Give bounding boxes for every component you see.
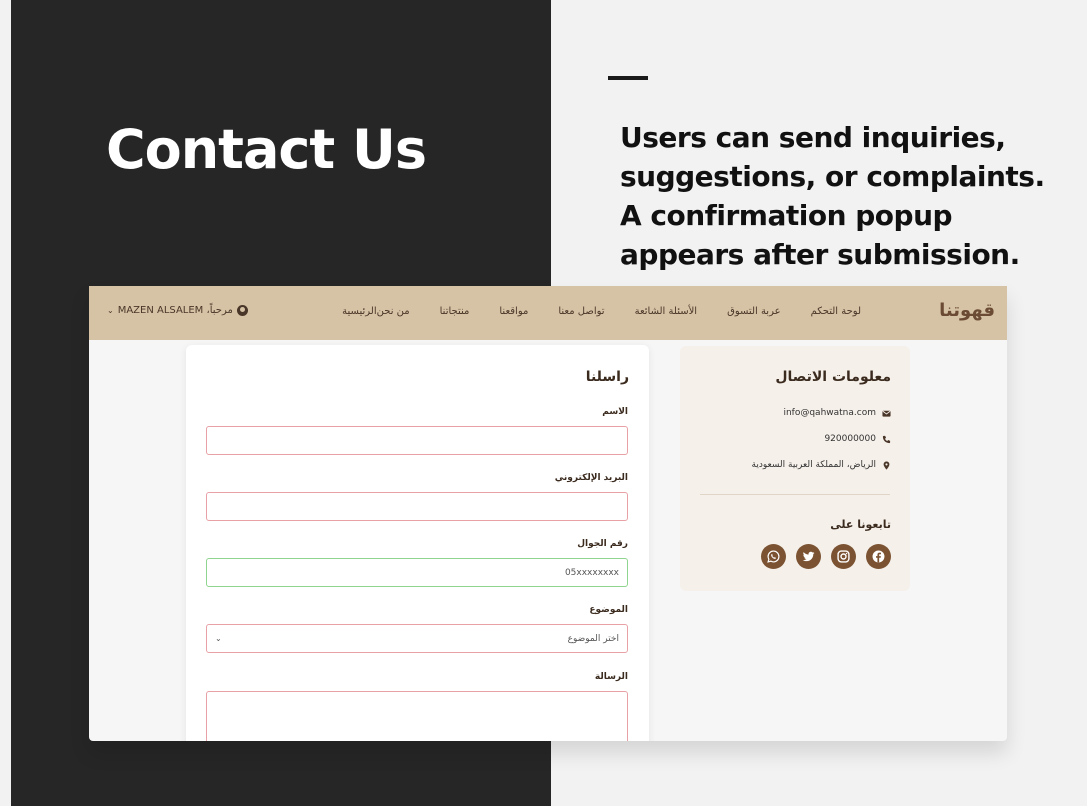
nav-links: الرئيسية من نحن منتجاتنا مواقعنا تواصل معنا ا… [342, 306, 891, 317]
slide: Contact Us Users can send inquiries, sug… [0, 0, 1087, 806]
chevron-down-icon: ⌄ [215, 634, 222, 643]
nav-link[interactable]: من نحن [377, 306, 410, 317]
location-pin-icon [883, 460, 890, 470]
phone-label: رقم الجوال [577, 539, 628, 549]
contact-form: راسلنا الاسم البريد الإلكتروني رقم الجوا… [186, 345, 649, 741]
brand-logo[interactable]: قهوتنا [939, 300, 995, 321]
phone-input-value: 05xxxxxxxx [564, 567, 619, 578]
envelope-icon [882, 410, 891, 417]
message-label: الرسالة [594, 672, 628, 682]
nav-link[interactable]: تواصل معنا [558, 306, 604, 317]
app-screenshot: مرحباً، MAZEN ALSALEM ⌄ الرئيسية من نحن من… [89, 286, 1007, 741]
whatsapp-icon[interactable] [761, 544, 786, 569]
divider [700, 494, 890, 495]
phone-icon [882, 435, 891, 443]
email-row: info@qahwatna.com [783, 408, 891, 418]
nav-link[interactable]: لوحة التحكم [811, 306, 861, 317]
nav-link[interactable]: عربة التسوق [727, 306, 781, 317]
nav-link[interactable]: منتجاتنا [440, 306, 470, 317]
twitter-icon[interactable] [796, 544, 821, 569]
nav-link[interactable]: الأسئلة الشائعة [635, 306, 698, 317]
form-title: راسلنا [585, 369, 629, 385]
subject-select[interactable]: اختر الموضوع ⌄ [206, 624, 628, 653]
email-label: البريد الإلكتروني [554, 473, 628, 483]
name-label: الاسم [602, 407, 628, 417]
social-links [761, 544, 891, 569]
follow-us-title: تابعونا على [830, 518, 891, 531]
contact-info-title: معلومات الاتصال [775, 369, 891, 385]
user-greeting: مرحباً، MAZEN ALSALEM [117, 305, 233, 316]
instagram-icon[interactable] [831, 544, 856, 569]
subject-select-value: اختر الموضوع [567, 633, 619, 644]
contact-info-card: معلومات الاتصال info@qahwatna.com 920000… [680, 346, 910, 591]
contact-address: الرياض، المملكة العربية السعودية [751, 460, 876, 470]
phone-row: 920000000 [824, 434, 891, 444]
contact-phone[interactable]: 920000000 [824, 434, 876, 444]
message-textarea[interactable] [206, 691, 628, 741]
slide-description: Users can send inquiries, suggestions, o… [620, 121, 1045, 271]
nav-link[interactable]: مواقعنا [499, 306, 528, 317]
accent-line [608, 76, 648, 80]
subject-label: الموضوع [589, 605, 628, 615]
slide-title: Contact Us [106, 118, 427, 181]
facebook-icon[interactable] [866, 544, 891, 569]
navbar: مرحباً، MAZEN ALSALEM ⌄ الرئيسية من نحن من… [89, 286, 1007, 340]
user-menu[interactable]: مرحباً، MAZEN ALSALEM ⌄ [107, 305, 248, 316]
phone-input[interactable]: 05xxxxxxxx [206, 558, 628, 587]
address-row: الرياض، المملكة العربية السعودية [752, 460, 891, 470]
nav-link[interactable]: الرئيسية [342, 306, 376, 317]
contact-email[interactable]: info@qahwatna.com [783, 408, 876, 418]
user-circle-icon [236, 305, 248, 316]
email-input[interactable] [206, 492, 628, 521]
name-input[interactable] [206, 426, 628, 455]
chevron-down-icon: ⌄ [107, 306, 114, 315]
